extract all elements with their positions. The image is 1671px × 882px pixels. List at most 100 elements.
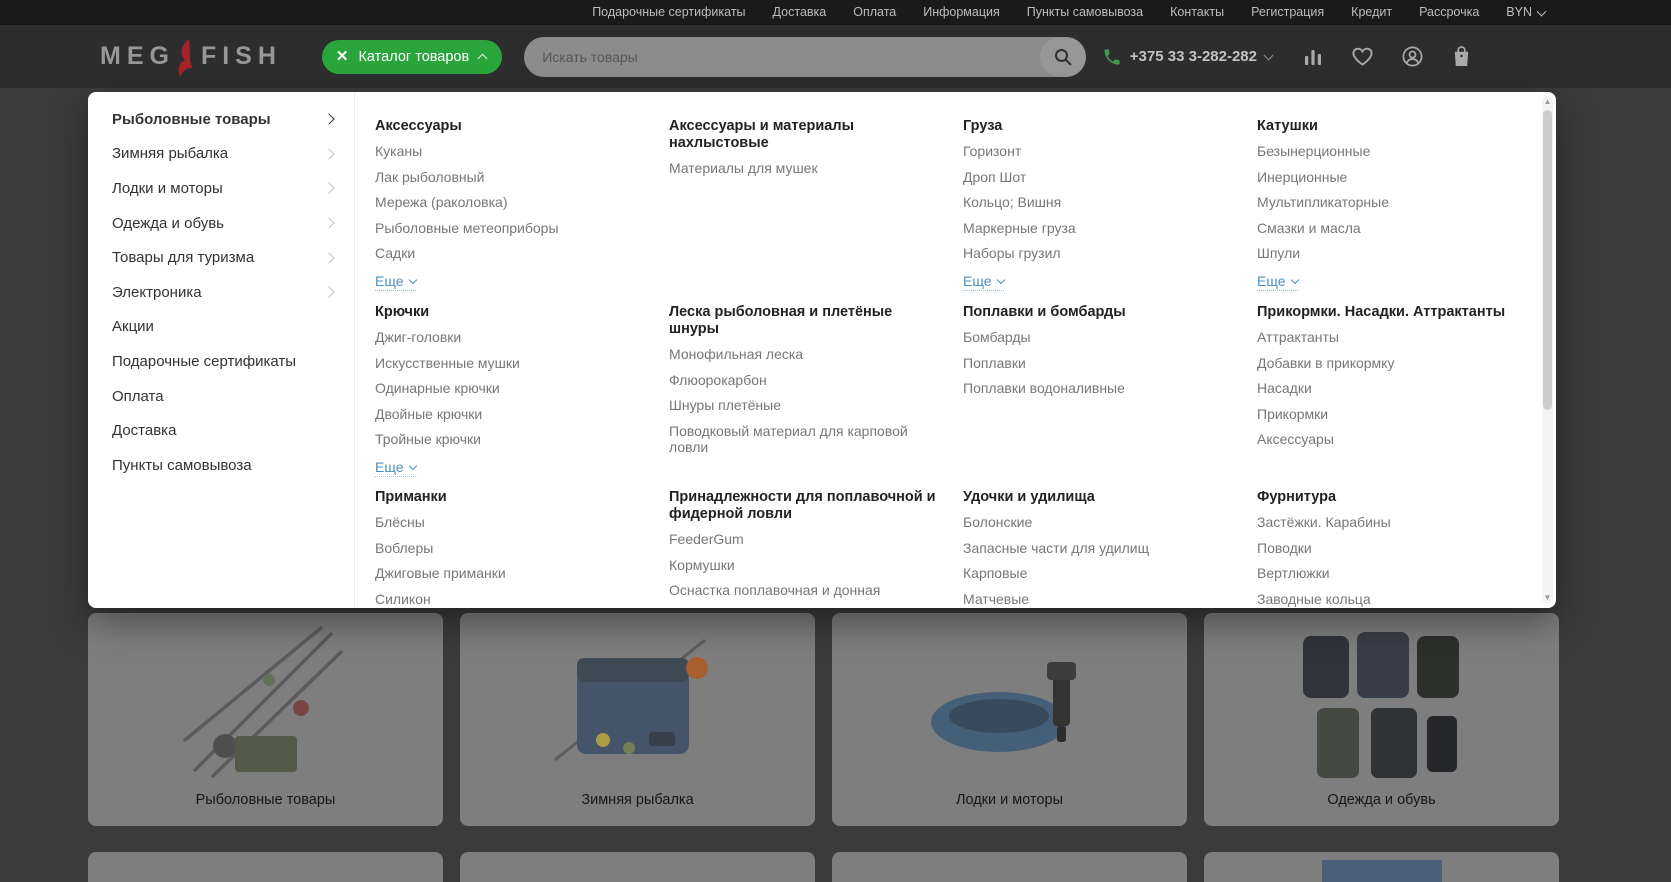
- menu-item-link[interactable]: Маркерные груза: [963, 220, 1231, 236]
- menu-section-title[interactable]: Удочки и удилища: [963, 489, 1231, 506]
- sidebar-item[interactable]: Одежда и обувь: [88, 206, 355, 241]
- menu-section-title[interactable]: Аксессуары: [375, 118, 643, 135]
- menu-item-link[interactable]: Застёжки. Карабины: [1257, 514, 1525, 530]
- menu-item-link[interactable]: Вертлюжки: [1257, 565, 1525, 581]
- sidebar-item[interactable]: Оплата: [88, 379, 355, 414]
- menu-item-link[interactable]: Карповые: [963, 565, 1231, 581]
- sidebar-item[interactable]: Товары для туризма: [88, 240, 355, 275]
- menu-item-link[interactable]: Воблеры: [375, 540, 643, 556]
- topbar-link[interactable]: Оплата: [853, 5, 896, 19]
- sidebar-item[interactable]: Подарочные сертификаты: [88, 344, 355, 379]
- menu-item-link[interactable]: Матчевые: [963, 591, 1231, 607]
- menu-item-link[interactable]: Смазки и масла: [1257, 220, 1525, 236]
- menu-item-link[interactable]: Мультипликаторные: [1257, 194, 1525, 210]
- category-card-partial[interactable]: [1204, 852, 1559, 882]
- account-button[interactable]: [1401, 45, 1424, 68]
- category-card[interactable]: Зимняя рыбалка: [460, 613, 815, 826]
- scrollbar-thumb[interactable]: [1543, 110, 1552, 410]
- topbar-link[interactable]: Кредит: [1351, 5, 1392, 19]
- menu-section-title[interactable]: Груза: [963, 118, 1231, 135]
- logo[interactable]: MEG FISH: [100, 37, 282, 77]
- menu-item-link[interactable]: Аттрактанты: [1257, 329, 1525, 345]
- menu-item-link[interactable]: Шнуры плетёные: [669, 397, 937, 413]
- topbar-link[interactable]: Рассрочка: [1419, 5, 1479, 19]
- favorites-button[interactable]: [1351, 46, 1374, 67]
- topbar-link[interactable]: Регистрация: [1251, 5, 1324, 19]
- phone-block[interactable]: +375 33 3-282-282: [1102, 47, 1272, 67]
- topbar-link[interactable]: Доставка: [773, 5, 827, 19]
- menu-section-title[interactable]: Аксессуары и материалы нахлыстовые: [669, 118, 937, 152]
- menu-item-link[interactable]: Силикон: [375, 591, 643, 607]
- menu-item-link[interactable]: Джиг-головки: [375, 329, 643, 345]
- menu-section-title[interactable]: Приманки: [375, 489, 643, 506]
- menu-item-link[interactable]: Кормушки: [669, 557, 937, 573]
- currency-selector[interactable]: BYN: [1506, 5, 1545, 19]
- topbar-link[interactable]: Подарочные сертификаты: [592, 5, 745, 19]
- menu-item-link[interactable]: Дроп Шот: [963, 169, 1231, 185]
- menu-item-link[interactable]: Поводки: [1257, 540, 1525, 556]
- menu-item-link[interactable]: Поводковый материал для карповой ловли: [669, 423, 937, 455]
- menu-item-link[interactable]: Болонские: [963, 514, 1231, 530]
- menu-item-link[interactable]: Поплавки водоналивные: [963, 380, 1231, 396]
- menu-item-link[interactable]: Монофильная леска: [669, 346, 937, 362]
- cart-button[interactable]: [1451, 45, 1472, 68]
- menu-item-link[interactable]: Оснастка поплавочная и донная: [669, 582, 937, 598]
- menu-item-link[interactable]: Бомбарды: [963, 329, 1231, 345]
- menu-item-link[interactable]: Лак рыболовный: [375, 169, 643, 185]
- menu-section-title[interactable]: Прикормки. Насадки. Аттрактанты: [1257, 304, 1525, 321]
- menu-item-link[interactable]: Кольцо; Вишня: [963, 194, 1231, 210]
- sidebar-item[interactable]: Доставка: [88, 413, 355, 448]
- category-card[interactable]: Рыболовные товары: [88, 613, 443, 826]
- scroll-up-icon[interactable]: ▲: [1542, 98, 1553, 106]
- menu-item-link[interactable]: Тройные крючки: [375, 431, 643, 447]
- menu-item-link[interactable]: Сигнализаторы: [669, 608, 937, 609]
- sidebar-item[interactable]: Акции: [88, 310, 355, 345]
- menu-item-link[interactable]: Садки: [375, 245, 643, 261]
- topbar-link[interactable]: Пункты самовывоза: [1027, 5, 1143, 19]
- more-link[interactable]: Еще: [963, 273, 1004, 291]
- more-link[interactable]: Еще: [375, 273, 416, 291]
- menu-item-link[interactable]: Инерционные: [1257, 169, 1525, 185]
- menu-scrollbar[interactable]: ▲ ▼: [1542, 96, 1553, 604]
- menu-section-title[interactable]: Крючки: [375, 304, 643, 321]
- menu-item-link[interactable]: Материалы для мушек: [669, 160, 937, 176]
- menu-item-link[interactable]: Запасные части для удилищ: [963, 540, 1231, 556]
- menu-item-link[interactable]: Наборы грузил: [963, 245, 1231, 261]
- menu-item-link[interactable]: FeederGum: [669, 531, 937, 547]
- compare-button[interactable]: [1302, 46, 1324, 68]
- category-card-partial[interactable]: [88, 852, 443, 882]
- menu-item-link[interactable]: Насадки: [1257, 380, 1525, 396]
- menu-item-link[interactable]: Джиговые приманки: [375, 565, 643, 581]
- menu-section-title[interactable]: Поплавки и бомбарды: [963, 304, 1231, 321]
- menu-item-link[interactable]: Блёсны: [375, 514, 643, 530]
- category-card-partial[interactable]: [832, 852, 1187, 882]
- menu-item-link[interactable]: Прикормки: [1257, 406, 1525, 422]
- topbar-link[interactable]: Контакты: [1170, 5, 1224, 19]
- menu-item-link[interactable]: Безынерционные: [1257, 143, 1525, 159]
- sidebar-item[interactable]: Зимняя рыбалка: [88, 137, 355, 172]
- menu-item-link[interactable]: Искусственные мушки: [375, 355, 643, 371]
- search-button[interactable]: [1040, 37, 1086, 77]
- menu-item-link[interactable]: Мережа (раколовка): [375, 194, 643, 210]
- menu-item-link[interactable]: Шпули: [1257, 245, 1525, 261]
- category-card-partial[interactable]: [460, 852, 815, 882]
- category-card[interactable]: Лодки и моторы: [832, 613, 1187, 826]
- menu-item-link[interactable]: Двойные крючки: [375, 406, 643, 422]
- sidebar-item[interactable]: Лодки и моторы: [88, 171, 355, 206]
- catalog-button[interactable]: ✕ Каталог товаров: [322, 40, 502, 74]
- menu-item-link[interactable]: Куканы: [375, 143, 643, 159]
- sidebar-item[interactable]: Пункты самовывоза: [88, 448, 355, 483]
- menu-item-link[interactable]: Поплавки: [963, 355, 1231, 371]
- more-link[interactable]: Еще: [375, 459, 416, 477]
- menu-item-link[interactable]: Флюорокарбон: [669, 372, 937, 388]
- menu-section-title[interactable]: Катушки: [1257, 118, 1525, 135]
- sidebar-item[interactable]: Рыболовные товары: [88, 102, 355, 137]
- menu-item-link[interactable]: Одинарные крючки: [375, 380, 643, 396]
- category-card[interactable]: Одежда и обувь: [1204, 613, 1559, 826]
- sidebar-item[interactable]: Электроника: [88, 275, 355, 310]
- search-input[interactable]: [524, 49, 1040, 65]
- menu-section-title[interactable]: Фурнитура: [1257, 489, 1525, 506]
- menu-section-title[interactable]: Леска рыболовная и плетёные шнуры: [669, 304, 937, 338]
- menu-item-link[interactable]: Рыболовные метеоприборы: [375, 220, 643, 236]
- menu-item-link[interactable]: Добавки в прикормку: [1257, 355, 1525, 371]
